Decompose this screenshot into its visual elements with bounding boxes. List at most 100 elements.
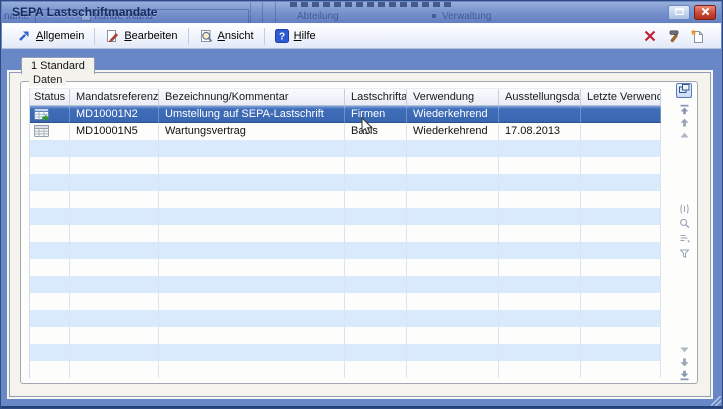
column-header-lastschriftart[interactable]: Lastschriftart (345, 89, 407, 105)
empty-cell (407, 310, 499, 327)
scroll-top-icon[interactable] (679, 104, 690, 115)
empty-cell (30, 174, 70, 191)
row-down-icon[interactable] (679, 357, 690, 368)
resize-grip[interactable] (711, 396, 721, 406)
ghost-verwaltung-label: Verwaltung (442, 11, 491, 22)
window-title: SEPA Lastschriftmandate (12, 5, 157, 19)
column-header-mandatsreferenz[interactable]: Mandatsreferenz (70, 89, 159, 105)
empty-cell (159, 140, 345, 157)
cell: Wartungsvertrag (159, 123, 345, 140)
close-button[interactable] (694, 5, 716, 20)
toolbar-button-allgemein[interactable]: Allgemein (10, 27, 91, 45)
column-select-button[interactable] (676, 83, 692, 98)
toolbar-button-label: Bearbeiten (124, 30, 177, 42)
column-width-icon[interactable] (679, 203, 690, 214)
column-header-bezeichnung-kommentar[interactable]: Bezeichnung/Kommentar (159, 89, 345, 105)
empty-cell (30, 259, 70, 276)
toolbar-action-group (642, 29, 721, 44)
empty-cell (70, 157, 159, 174)
empty-cell (345, 327, 407, 344)
empty-cell (159, 174, 345, 191)
titlebar[interactable]: name Kunde Inland Abteilung Verwaltung S… (2, 2, 721, 23)
empty-row (30, 208, 661, 225)
empty-cell (159, 344, 345, 361)
toolbar-button-hilfe[interactable]: ?Hilfe (268, 27, 323, 45)
search-icon[interactable] (679, 218, 690, 229)
empty-cell (499, 259, 581, 276)
toolbar: Allgemein Bearbeiten Ansicht ?Hilfe (2, 23, 721, 49)
empty-cell (345, 208, 407, 225)
table-header-row: StatusMandatsreferenzBezeichnung/Komment… (30, 88, 661, 106)
empty-row (30, 225, 661, 242)
empty-cell (345, 310, 407, 327)
empty-cell (581, 191, 661, 208)
status-cell (30, 123, 70, 140)
empty-cell (345, 191, 407, 208)
page-down-icon[interactable] (679, 344, 690, 355)
ghost-divider (262, 2, 263, 22)
empty-row (30, 310, 661, 327)
table-tools (679, 201, 690, 259)
empty-row (30, 157, 661, 174)
tab-standard[interactable]: 1 Standard (21, 57, 95, 74)
empty-cell (345, 157, 407, 174)
table-row[interactable]: MD10001N2Umstellung auf SEPA-Lastschrift… (30, 106, 661, 123)
window-body: 1 Standard Daten StatusMandatsreferenzBe… (8, 49, 715, 401)
empty-row (30, 276, 661, 293)
empty-cell (30, 157, 70, 174)
empty-cell (345, 225, 407, 242)
table-side-toolbar (671, 82, 697, 381)
empty-row (30, 242, 661, 259)
column-header-verwendung[interactable]: Verwendung (407, 89, 499, 105)
empty-cell (30, 140, 70, 157)
help-icon: ? (275, 29, 289, 43)
empty-cell (30, 361, 70, 378)
column-select-icon (678, 82, 691, 100)
delete-icon[interactable] (642, 29, 657, 44)
row-up-icon[interactable] (679, 117, 690, 128)
empty-cell (70, 208, 159, 225)
empty-cell (581, 259, 661, 276)
cell: Wiederkehrend (407, 106, 499, 123)
empty-cell (70, 242, 159, 259)
empty-cell (70, 276, 159, 293)
empty-cell (581, 242, 661, 259)
empty-cell (499, 293, 581, 310)
page-up-icon[interactable] (679, 130, 690, 141)
restore-button[interactable] (668, 5, 690, 20)
table-body: MD10001N2Umstellung auf SEPA-Lastschrift… (30, 106, 661, 378)
sort-icon[interactable] (679, 233, 690, 244)
empty-cell (70, 191, 159, 208)
empty-cell (581, 344, 661, 361)
empty-cell (159, 361, 345, 378)
empty-cell (345, 140, 407, 157)
toolbar-button-label: Ansicht (218, 30, 254, 42)
empty-cell (345, 174, 407, 191)
hammer-icon[interactable] (666, 29, 681, 44)
close-icon (700, 4, 711, 22)
groupbox-label: Daten (29, 74, 66, 86)
empty-cell (581, 293, 661, 310)
empty-cell (499, 327, 581, 344)
table-row[interactable]: MD10001N5WartungsvertragBasisWiederkehre… (30, 123, 661, 140)
column-header-letzte-verwendung[interactable]: Letzte Verwendung (581, 89, 661, 105)
toolbar-button-bearbeiten[interactable]: Bearbeiten (98, 27, 184, 45)
column-header-status[interactable]: Status (30, 89, 70, 105)
empty-row (30, 174, 661, 191)
toolbar-menu-group: Allgemein Bearbeiten Ansicht ?Hilfe (2, 27, 323, 45)
sepa-window: name Kunde Inland Abteilung Verwaltung S… (0, 0, 723, 409)
column-header-ausstellungsdatum[interactable]: Ausstellungsdatum (499, 89, 581, 105)
svg-text:?: ? (279, 32, 285, 43)
empty-cell (499, 140, 581, 157)
new-document-icon[interactable] (690, 29, 705, 44)
scroll-bottom-icon[interactable] (679, 370, 690, 381)
empty-cell (581, 208, 661, 225)
empty-cell (70, 310, 159, 327)
empty-cell (70, 174, 159, 191)
empty-cell (345, 344, 407, 361)
filter-icon[interactable] (679, 248, 690, 259)
arrow-ne-icon (17, 29, 31, 43)
empty-row (30, 327, 661, 344)
toolbar-button-ansicht[interactable]: Ansicht (192, 27, 261, 45)
toolbar-button-label: Allgemein (36, 30, 84, 42)
